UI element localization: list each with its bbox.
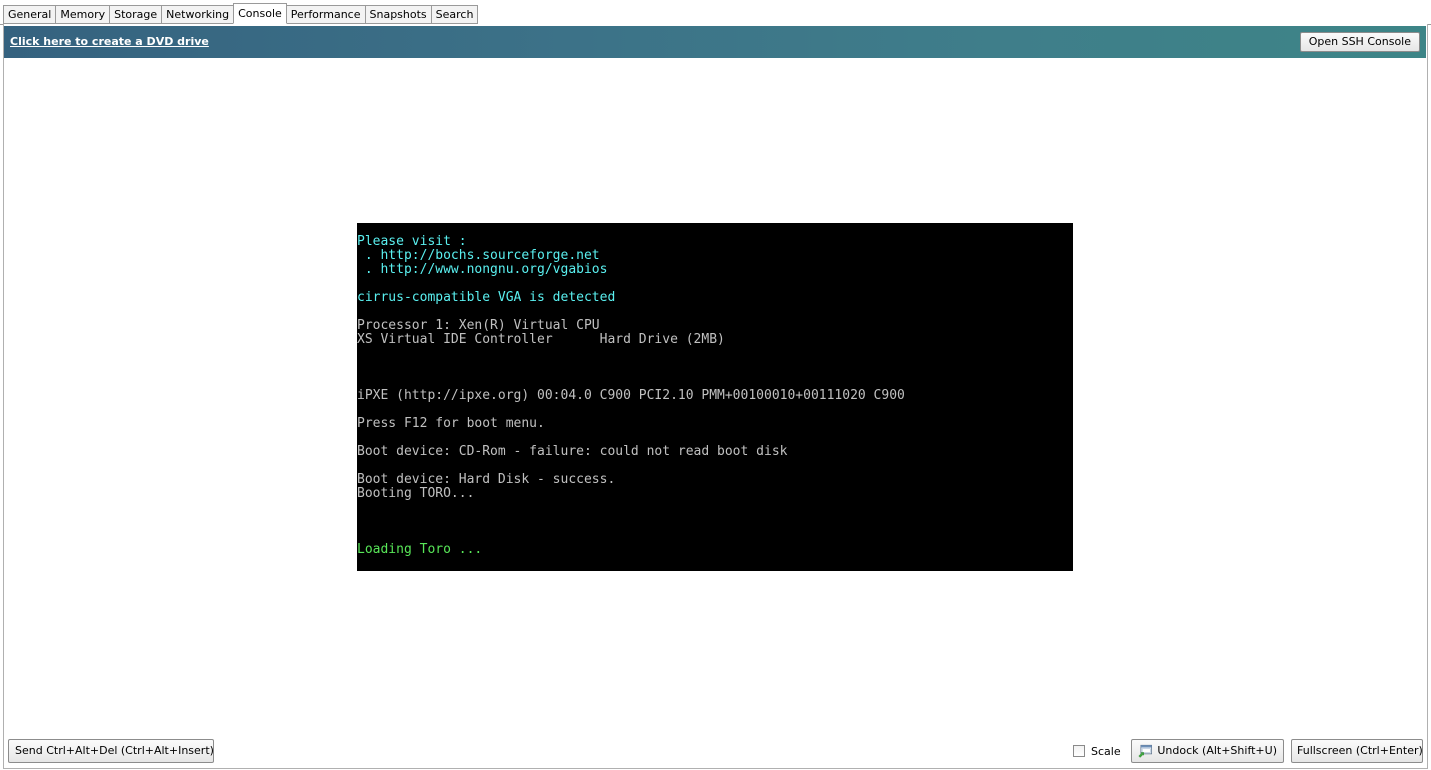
console-line: Processor 1: Xen(R) Virtual CPU: [357, 318, 600, 333]
send-ctrl-alt-del-button[interactable]: Send Ctrl+Alt+Del (Ctrl+Alt+Insert): [8, 739, 214, 763]
tabs: General Memory Storage Networking Console Per…: [3, 3, 479, 25]
create-dvd-drive-link[interactable]: Click here to create a DVD drive: [10, 35, 209, 48]
console-line: Press F12 for boot menu.: [357, 416, 545, 431]
console-line: Loading Toro ...: [357, 542, 483, 557]
console-line: iPXE (http://ipxe.org) 00:04.0 C900 PCI2…: [357, 388, 905, 403]
vm-console-screen[interactable]: Please visit : . http://bochs.sourceforg…: [357, 223, 1073, 571]
console-line: Please visit :: [357, 234, 467, 249]
console-output: Please visit : . http://bochs.sourceforg…: [357, 235, 905, 557]
tab-snapshots[interactable]: Snapshots: [364, 5, 431, 24]
console-line: cirrus-compatible VGA is detected: [357, 290, 616, 305]
console-line: Boot device: Hard Disk - success.: [357, 472, 616, 487]
open-ssh-console-button[interactable]: Open SSH Console: [1299, 32, 1420, 52]
console-line: XS Virtual IDE Controller Hard Drive (2M…: [357, 332, 725, 347]
console-view: General Memory Storage Networking Console Per…: [0, 0, 1431, 770]
tab-memory[interactable]: Memory: [55, 5, 110, 24]
tab-performance[interactable]: Performance: [286, 5, 365, 24]
tab-console[interactable]: Console: [233, 3, 287, 24]
undock-button-label: Undock (Alt+Shift+U): [1157, 744, 1277, 757]
scale-option: Scale: [1073, 743, 1121, 759]
undock-window-icon: [1138, 744, 1153, 758]
tab-strip: General Memory Storage Networking Console Per…: [0, 0, 1431, 25]
console-banner: Click here to create a DVD drive Open SS…: [4, 26, 1426, 58]
undock-button[interactable]: Undock (Alt+Shift+U): [1131, 739, 1284, 763]
console-line: . http://www.nongnu.org/vgabios: [357, 262, 608, 277]
console-line: Booting TORO...: [357, 486, 475, 501]
scale-label: Scale: [1091, 744, 1121, 758]
console-line: Boot device: CD-Rom - failure: could not…: [357, 444, 788, 459]
tab-general[interactable]: General: [3, 5, 56, 24]
tab-networking[interactable]: Networking: [161, 5, 234, 24]
fullscreen-button[interactable]: Fullscreen (Ctrl+Enter): [1291, 739, 1423, 763]
tab-storage[interactable]: Storage: [109, 5, 162, 24]
console-line: . http://bochs.sourceforge.net: [357, 248, 600, 263]
tab-search[interactable]: Search: [430, 5, 479, 24]
scale-checkbox[interactable]: [1073, 745, 1085, 757]
